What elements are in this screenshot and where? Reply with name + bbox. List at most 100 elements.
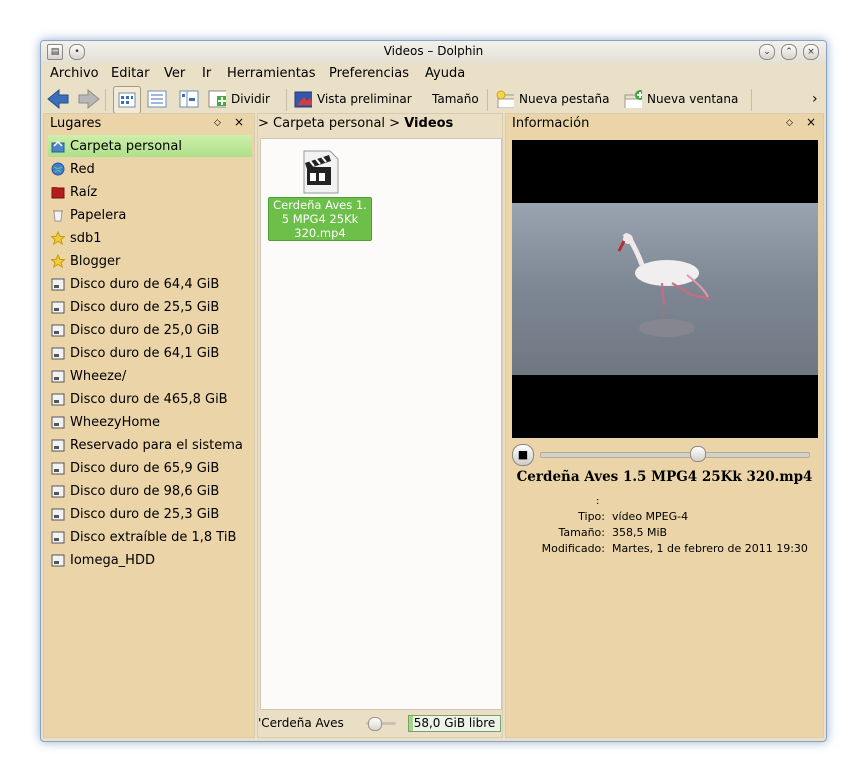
star-icon	[50, 253, 66, 269]
zoom-slider[interactable]	[366, 717, 396, 731]
place-item[interactable]: Disco duro de 465,8 GiB	[48, 388, 252, 410]
new-tab-label: Nueva pestaña	[519, 92, 610, 106]
menu-herramientas[interactable]: Herramientas	[227, 66, 316, 81]
menu-ver[interactable]: Ver	[164, 66, 185, 81]
place-item[interactable]: Disco duro de 64,1 GiB	[48, 342, 252, 364]
info-key: Tamaño:	[558, 526, 605, 539]
hard-disk-icon	[51, 484, 65, 498]
preview-label: Vista preliminar	[317, 92, 412, 106]
network-icon	[51, 162, 65, 176]
size-button[interactable]: Tamaño	[432, 89, 479, 109]
place-label: Papelera	[70, 207, 127, 223]
place-item[interactable]: Blogger	[48, 250, 252, 272]
place-label: Blogger	[70, 253, 121, 269]
preview-button[interactable]: Vista preliminar	[294, 89, 412, 109]
title-bar: ▤ • Videos – Dolphin ⌄ ⌃ ×	[41, 41, 826, 63]
split-label: Dividir	[231, 92, 270, 106]
toolbar-overflow-button[interactable]: ›	[812, 89, 818, 109]
info-key: Modificado:	[541, 542, 605, 555]
info-row: Modificado: Martes, 1 de febrero de 2011…	[506, 542, 823, 558]
playback-seek-slider[interactable]	[540, 452, 810, 458]
toolbar-separator	[487, 89, 488, 111]
file-area[interactable]: Cerdeña Aves 1. 5 MPG4 25Kk 320.mp4	[260, 138, 502, 710]
place-label: Disco duro de 465,8 GiB	[70, 391, 228, 407]
file-name-line: 320.mp4	[294, 226, 346, 240]
place-item[interactable]: Disco duro de 65,9 GiB	[48, 457, 252, 479]
place-item[interactable]: Reservado para el sistema	[48, 434, 252, 456]
window-title: Videos – Dolphin	[383, 44, 484, 58]
menu-editar[interactable]: Editar	[111, 66, 150, 81]
hard-disk-icon	[51, 277, 65, 291]
menu-ir[interactable]: Ir	[202, 66, 211, 81]
place-item[interactable]: Disco duro de 25,3 GiB	[48, 503, 252, 525]
float-panel-icon[interactable]: ◇	[214, 118, 221, 128]
back-button[interactable]	[47, 89, 69, 109]
place-label: WheezyHome	[70, 414, 160, 430]
split-button[interactable]: Dividir	[208, 89, 270, 109]
seek-slider-handle[interactable]	[690, 446, 706, 462]
place-item[interactable]: Disco extraíble de 1,8 TiB	[48, 526, 252, 548]
forward-button[interactable]	[78, 89, 100, 109]
maximize-icon[interactable]: ⌃	[781, 44, 797, 60]
menu-bar: Archivo Editar Ver Ir Herramientas Prefe…	[41, 64, 826, 84]
menu-archivo[interactable]: Archivo	[50, 66, 99, 81]
stop-playback-button[interactable]: ■	[512, 444, 534, 466]
float-panel-icon[interactable]: ◇	[786, 118, 793, 128]
place-label: sdb1	[70, 230, 102, 246]
close-icon[interactable]: ×	[803, 44, 819, 60]
hard-disk-icon	[51, 507, 65, 521]
place-item[interactable]: Disco duro de 25,5 GiB	[48, 296, 252, 318]
preview-icon	[294, 91, 312, 108]
flamingo-video-frame	[512, 203, 818, 375]
new-tab-icon	[496, 90, 514, 108]
breadcrumb-current[interactable]: Videos	[404, 116, 453, 131]
place-item[interactable]: Iomega_HDD	[48, 549, 252, 571]
place-item[interactable]: Disco duro de 98,6 GiB	[48, 480, 252, 502]
place-label: Disco duro de 64,1 GiB	[70, 345, 220, 361]
place-label: Disco duro de 65,9 GiB	[70, 460, 220, 476]
star-icon	[50, 230, 66, 246]
hard-disk-icon	[51, 346, 65, 360]
details-view-icon	[147, 90, 167, 108]
info-file-name: Cerdeña Aves 1.5 MPG4 25Kk 320.mp4	[516, 469, 813, 485]
place-label: Disco duro de 25,5 GiB	[70, 299, 220, 315]
toolbar-separator	[286, 89, 287, 111]
breadcrumb-parent[interactable]: Carpeta personal	[273, 116, 385, 131]
hard-disk-icon	[51, 530, 65, 544]
place-item[interactable]: Papelera	[48, 204, 252, 226]
menu-ayuda[interactable]: Ayuda	[425, 66, 465, 81]
close-panel-icon[interactable]: ×	[234, 115, 244, 129]
close-panel-icon[interactable]: ×	[806, 115, 816, 129]
trash-icon	[51, 208, 65, 222]
file-item[interactable]: Cerdeña Aves 1. 5 MPG4 25Kk 320.mp4	[268, 149, 372, 241]
place-item[interactable]: WheezyHome	[48, 411, 252, 433]
video-file-icon	[303, 150, 339, 194]
place-label: Carpeta personal	[70, 138, 182, 154]
video-preview[interactable]	[512, 140, 818, 438]
place-item[interactable]: Raíz	[48, 181, 252, 203]
place-item[interactable]: Carpeta personal	[48, 135, 252, 157]
hard-disk-icon	[51, 553, 65, 567]
new-window-label: Nueva ventana	[647, 92, 739, 106]
place-item[interactable]: Red	[48, 158, 252, 180]
new-tab-button[interactable]: Nueva pestaña	[496, 89, 610, 109]
place-item[interactable]: Wheeze/	[48, 365, 252, 387]
icons-view-button[interactable]	[113, 86, 141, 114]
place-item[interactable]: Disco duro de 64,4 GiB	[48, 273, 252, 295]
place-item[interactable]: Disco duro de 25,0 GiB	[48, 319, 252, 341]
new-window-button[interactable]: Nueva ventana	[624, 89, 738, 109]
status-selection: 'Cerdeña Aves	[258, 716, 344, 730]
columns-view-button[interactable]	[179, 89, 199, 109]
place-label: Disco duro de 25,3 GiB	[70, 506, 220, 522]
free-space-indicator[interactable]: 58,0 GiB libre	[408, 715, 501, 732]
toolbar: Dividir Vista preliminar Tamaño Nueva pe…	[41, 85, 826, 114]
minimize-icon[interactable]: ⌄	[759, 44, 775, 60]
info-key: Tipo:	[578, 510, 605, 523]
menu-preferencias[interactable]: Preferencias	[329, 66, 409, 81]
hard-disk-icon	[51, 415, 65, 429]
hard-disk-icon	[51, 461, 65, 475]
place-label: Reservado para el sistema	[70, 437, 243, 453]
dolphin-window: ▤ • Videos – Dolphin ⌄ ⌃ × Archivo Edita…	[40, 40, 827, 742]
place-item[interactable]: sdb1	[48, 227, 252, 249]
details-view-button[interactable]	[147, 89, 167, 109]
